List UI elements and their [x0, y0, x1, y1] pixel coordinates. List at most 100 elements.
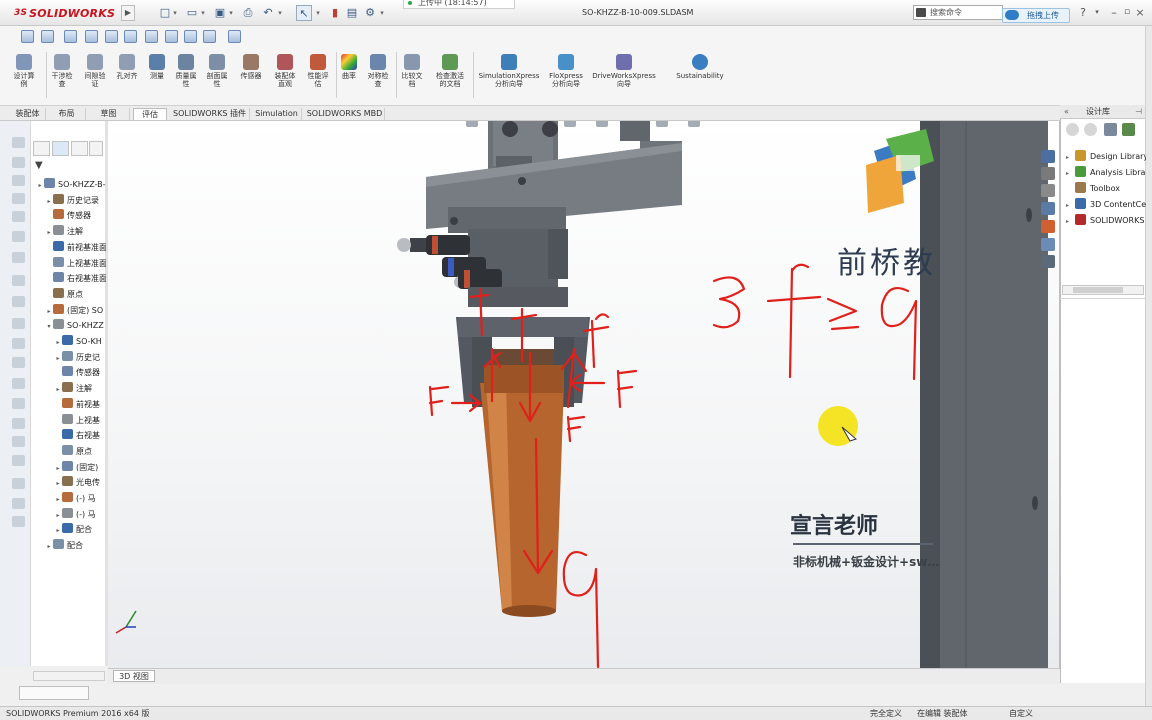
tab-simulation[interactable]: Simulation	[252, 108, 302, 120]
help-icon[interactable]: ?	[1076, 6, 1090, 20]
expand-arrow-icon[interactable]: ▸	[54, 508, 62, 523]
minimize-button[interactable]: –	[1107, 6, 1121, 20]
tab-feature-manager[interactable]	[33, 141, 50, 156]
design-library-icon[interactable]	[1041, 184, 1055, 197]
tool-sensor[interactable]: 传感器	[236, 54, 266, 80]
tool-driveworksxpress[interactable]: DriveWorksXpress 向导	[589, 54, 659, 88]
shortcut-icon[interactable]	[12, 252, 25, 263]
tool-curvature[interactable]: 曲率	[338, 54, 360, 80]
tree-item[interactable]: ▸ (固定) SO	[45, 303, 106, 319]
tree-item[interactable]: ▸ 注解	[45, 224, 106, 240]
shortcut-icon[interactable]	[12, 157, 25, 168]
tool-symmetry-check[interactable]: 对称检 查	[363, 54, 393, 88]
tree-item[interactable]: 右视基准面	[45, 271, 106, 287]
expand-arrow-icon[interactable]: ▸	[45, 539, 53, 554]
shortcut-icon[interactable]	[12, 498, 25, 509]
tool-measure[interactable]: 测量	[144, 54, 170, 80]
tab-configuration-manager[interactable]	[71, 141, 88, 156]
tree-item[interactable]: 上视基	[54, 413, 106, 429]
configuration-selector[interactable]	[19, 686, 89, 700]
tab-more-arrow[interactable]	[89, 141, 103, 156]
tool-floxpress[interactable]: FloXpress 分析向导	[544, 54, 588, 88]
search-commands-input[interactable]: 搜索命令	[913, 5, 1003, 20]
tab-solidworks-addins[interactable]: SOLIDWORKS 插件	[170, 108, 250, 120]
chevron-down-icon[interactable]: ▾	[171, 5, 179, 21]
resources-icon[interactable]	[1041, 167, 1055, 180]
chevron-down-icon[interactable]: ▾	[314, 5, 322, 21]
tree-item[interactable]: ▸ 光电传	[54, 475, 106, 491]
tree-item[interactable]: 右视基	[54, 428, 106, 444]
expand-arrow-icon[interactable]: ▸	[1066, 214, 1075, 229]
print-icon[interactable]: ⎙	[240, 5, 256, 21]
library-item[interactable]: ▸ Analysis Library	[1066, 165, 1146, 181]
shortcut-icon[interactable]	[12, 193, 25, 204]
tool-section-properties[interactable]: 剖面属 性	[203, 54, 231, 88]
tree-item[interactable]: ▸ 历史记	[54, 350, 106, 366]
add-to-library-icon[interactable]	[1104, 123, 1117, 136]
tab-3d-view[interactable]: 3D 视图	[113, 670, 155, 682]
tree-item[interactable]: 原点	[45, 287, 106, 303]
solidworks-logo[interactable]: 3S SOLIDWORKS	[14, 3, 115, 23]
tree-item[interactable]: ▸ (固定)	[54, 460, 106, 476]
view-palette-icon[interactable]	[1041, 220, 1055, 233]
chevron-down-icon[interactable]: ▾	[276, 5, 284, 21]
library-item[interactable]: ▸ SOLIDWORKS Content	[1066, 213, 1146, 229]
tree-item[interactable]: ▸ 注解	[54, 381, 106, 397]
smart-fasteners-icon[interactable]	[85, 30, 98, 43]
shortcut-icon[interactable]	[12, 516, 25, 527]
tool-simulationxpress[interactable]: SimulationXpress 分析向导	[476, 54, 542, 88]
open-folder-icon[interactable]: ▭	[184, 5, 200, 21]
tool-sustainability[interactable]: Sustainability	[672, 54, 728, 80]
expand-arrow-icon[interactable]: ▾	[45, 319, 53, 334]
shortcut-icon[interactable]	[12, 137, 25, 148]
tree-item[interactable]: 传感器	[54, 365, 106, 381]
shortcut-icon[interactable]	[12, 357, 25, 368]
tool-mass-properties[interactable]: 质量属 性	[172, 54, 200, 88]
pin-icon[interactable]: ⊣	[1135, 105, 1142, 119]
tool-clearance-verification[interactable]: 间隙验 证	[80, 54, 110, 88]
expand-arrow-icon[interactable]: ▸	[54, 335, 62, 350]
custom-properties-icon[interactable]	[1041, 255, 1055, 268]
expand-arrow-icon[interactable]: ▸	[1066, 198, 1075, 213]
expand-arrow-icon[interactable]: ▸	[54, 382, 62, 397]
save-icon[interactable]: ▣	[212, 5, 228, 21]
file-explorer-icon[interactable]	[1041, 202, 1055, 215]
expand-arrow-icon[interactable]: ▸	[54, 461, 62, 476]
expand-arrow-icon[interactable]: ▸	[54, 492, 62, 507]
tree-item[interactable]: ▸ 历史记录	[45, 193, 106, 209]
mate-icon[interactable]	[41, 30, 54, 43]
rebuild-traffic-light-icon[interactable]: ▮	[327, 5, 343, 21]
filter-icon[interactable]: ▼	[35, 160, 47, 172]
home-icon[interactable]	[1041, 150, 1055, 163]
tree-item[interactable]: 上视基准面	[45, 256, 106, 272]
tree-item[interactable]: 传感器	[45, 208, 106, 224]
menu-expand-arrow-icon[interactable]: ▶	[121, 5, 135, 21]
shortcut-icon[interactable]	[12, 436, 25, 447]
search-scope-icon[interactable]	[916, 8, 926, 17]
reference-geometry-icon[interactable]	[165, 30, 178, 43]
tool-interference-detection[interactable]: 干涉检 查	[48, 54, 76, 88]
show-hidden-icon[interactable]	[124, 30, 137, 43]
tree-item[interactable]: ▸ (-) 马	[54, 507, 106, 523]
shortcut-icon[interactable]	[12, 455, 25, 466]
shortcut-icon[interactable]	[12, 296, 25, 307]
tree-item[interactable]: ▾ SO-KHZZ	[45, 318, 106, 334]
upload-status-tab[interactable]: 上传中 (18:14:57)	[403, 0, 515, 9]
tree-item[interactable]: ▸ SO-KH	[54, 334, 106, 350]
expand-arrow-icon[interactable]: ▸	[54, 476, 62, 491]
chevron-down-icon[interactable]: ▾	[199, 5, 207, 21]
linear-pattern-icon[interactable]	[64, 30, 77, 43]
task-pane-hscrollbar[interactable]	[1062, 285, 1144, 295]
feature-tree-hscrollbar[interactable]	[33, 671, 105, 681]
tool-design-study[interactable]: 设计算 例	[10, 54, 38, 88]
expand-arrow-icon[interactable]: ▸	[54, 523, 62, 538]
shortcut-icon[interactable]	[12, 398, 25, 409]
new-motion-study-icon[interactable]	[184, 30, 197, 43]
undo-icon[interactable]: ↶	[260, 5, 276, 21]
tab-property-manager[interactable]	[52, 141, 69, 156]
tool-compare-documents[interactable]: 比较文 档	[398, 54, 426, 88]
tab-assembly[interactable]: 装配体	[10, 108, 46, 120]
expand-arrow-icon[interactable]: ▸	[45, 225, 53, 240]
shortcut-icon[interactable]	[12, 338, 25, 349]
tab-sketch[interactable]: 草图	[88, 108, 130, 120]
